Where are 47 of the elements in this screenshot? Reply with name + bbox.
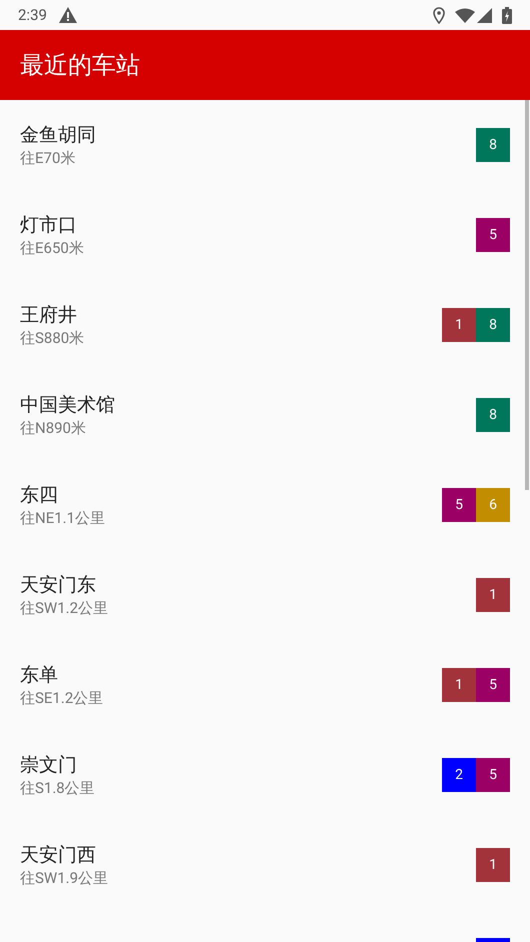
station-name: 王府井 xyxy=(20,302,78,328)
station-distance: 往E70米 xyxy=(20,148,76,168)
station-distance: 往S880米 xyxy=(20,328,86,348)
line-badge: 5 xyxy=(476,218,510,252)
station-row[interactable]: 金鱼胡同 往E70米 8 xyxy=(0,100,530,190)
line-badge: 8 xyxy=(476,398,510,432)
line-badge: 1 xyxy=(442,668,476,702)
station-distance: 往NE1.1公里 xyxy=(20,508,106,528)
line-badge: 1 xyxy=(476,848,510,882)
line-badge: 5 xyxy=(476,758,510,792)
station-name: 东单 xyxy=(20,662,59,688)
station-row[interactable]: 王府井 往S880米 1 8 xyxy=(0,280,530,370)
station-name: 天安门东 xyxy=(20,572,97,598)
station-name: 金鱼胡同 xyxy=(20,122,97,148)
station-distance: 往S1.8公里 xyxy=(20,778,96,798)
location-icon xyxy=(433,6,445,24)
station-distance: 往N890米 xyxy=(20,418,87,438)
line-badge: 1 xyxy=(476,578,510,612)
wifi-icon xyxy=(455,8,475,22)
station-name: 崇文门 xyxy=(20,752,78,778)
line-badge: 1 xyxy=(442,308,476,342)
line-badge: 2 xyxy=(442,758,476,792)
station-row[interactable]: 中国美术馆 往N890米 8 xyxy=(0,370,530,460)
station-name: 灯市口 xyxy=(20,212,78,238)
signal-icon xyxy=(477,8,492,22)
line-badge: 5 xyxy=(442,488,476,522)
station-row[interactable]: 天安门西 往SW1.9公里 1 xyxy=(0,820,530,910)
line-badge: 5 xyxy=(476,668,510,702)
status-time: 2:39 xyxy=(18,4,47,26)
line-badge: 6 xyxy=(476,488,510,522)
station-row[interactable]: 东单 往SE1.2公里 1 5 xyxy=(0,640,530,730)
line-badge: 8 xyxy=(476,308,510,342)
station-row[interactable]: 东四 往NE1.1公里 5 6 xyxy=(0,460,530,550)
station-row[interactable]: 天安门东 往SW1.2公里 1 xyxy=(0,550,530,640)
line-badge: 8 xyxy=(476,128,510,162)
warning-icon xyxy=(58,7,77,23)
station-distance: 往E650米 xyxy=(20,238,85,258)
station-distance: 往SW1.9公里 xyxy=(20,868,110,888)
station-name: 天安门西 xyxy=(20,842,97,868)
station-distance: 往SW1.2公里 xyxy=(20,598,110,618)
app-title: 最近的车站 xyxy=(20,50,140,81)
battery-icon xyxy=(502,6,512,24)
station-row[interactable]: 灯市口 往E650米 5 xyxy=(0,190,530,280)
station-row[interactable]: 崇文门 往S1.8公里 2 5 xyxy=(0,730,530,820)
station-distance: 往SE1.2公里 xyxy=(20,688,104,708)
station-name: 中国美术馆 xyxy=(20,392,116,418)
station-name: 东四 xyxy=(20,482,59,508)
